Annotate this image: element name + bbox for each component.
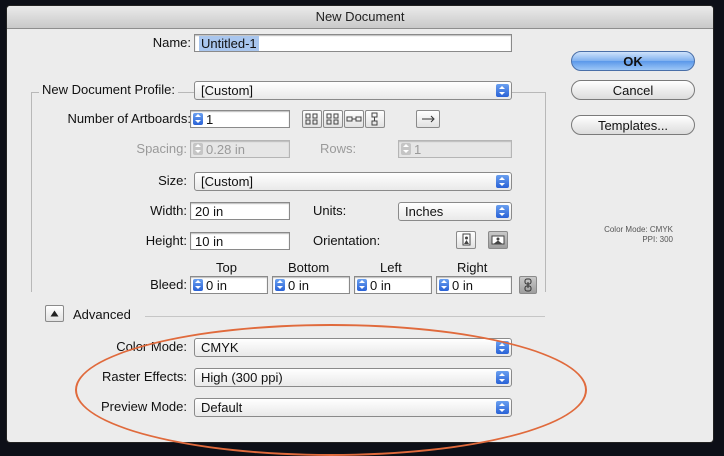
units-label: Units: [313,203,347,218]
bleed-top-field[interactable]: 0 in [190,276,268,294]
width-value: 20 in [195,204,224,219]
landscape-orientation-icon[interactable] [488,231,508,249]
cancel-button[interactable]: Cancel [571,80,695,100]
document-info: Color Mode: CMYK PPI: 300 [567,225,673,245]
spacing-field: 0.28 in [190,140,290,158]
spacing-label: Spacing: [136,141,187,156]
profile-value: [Custom] [201,83,254,98]
bleed-top-value: 0 in [206,278,227,293]
grid-by-column-icon[interactable] [323,110,343,128]
info-ppi: PPI: 300 [642,235,673,244]
width-field[interactable]: 20 in [190,202,290,220]
rows-value: 1 [414,142,422,157]
bleed-top-label: Top [216,260,237,275]
stepper-icon[interactable] [275,279,285,291]
grid-by-row-icon[interactable] [302,110,322,128]
artboards-field[interactable]: 1 [190,110,290,128]
spacing-value: 0.28 in [206,142,246,157]
width-label: Width: [150,203,187,218]
bleed-right-label: Right [457,260,488,275]
orientation-label: Orientation: [313,233,381,248]
portrait-orientation-icon[interactable] [456,231,476,249]
units-value: Inches [405,204,444,219]
bleed-label: Bleed: [150,277,187,292]
advanced-label: Advanced [73,307,131,322]
group-right-border [545,92,546,292]
new-document-dialog: New Document Name: Untitled-1 New Docume… [7,6,713,456]
link-bleed-icon[interactable] [519,276,537,294]
profile-label: New Document Profile: [39,82,178,97]
stepper-icon[interactable] [357,279,367,291]
name-label: Name: [152,35,191,50]
bleed-left-value: 0 in [370,278,391,293]
artboards-value: 1 [206,112,214,127]
stepper-icon[interactable] [439,279,449,291]
popup-arrows-icon [496,205,509,218]
group-left-border [31,92,32,292]
bleed-right-field[interactable]: 0 in [436,276,512,294]
bleed-right-value: 0 in [452,278,473,293]
size-label: Size: [158,173,187,188]
name-field[interactable]: Untitled-1 [194,34,512,52]
stepper-icon [401,143,411,155]
window-title: New Document [7,6,713,29]
size-popup[interactable]: [Custom] [194,172,512,191]
templates-button[interactable]: Templates... [571,115,695,135]
stepper-icon[interactable] [193,279,203,291]
units-popup[interactable]: Inches [398,202,512,221]
arrange-by-column-icon[interactable] [365,110,385,128]
rows-field: 1 [398,140,512,158]
advanced-separator [145,316,545,317]
popup-arrows-icon [496,175,509,188]
arrange-by-row-icon[interactable] [344,110,364,128]
popup-arrows-icon [496,84,509,97]
bleed-left-field[interactable]: 0 in [354,276,432,294]
height-label: Height: [145,233,187,248]
ok-button[interactable]: OK [571,51,695,71]
layout-direction-icon[interactable] [416,110,440,128]
advanced-disclosure-icon[interactable] [45,305,64,322]
bleed-bottom-label: Bottom [288,260,330,275]
artboards-label: Number of Artboards: [67,111,191,126]
rows-label: Rows: [320,141,357,156]
bleed-bottom-field[interactable]: 0 in [272,276,350,294]
profile-popup[interactable]: [Custom] [194,81,512,100]
info-color-mode: Color Mode: CMYK [604,225,673,234]
height-field[interactable]: 10 in [190,232,290,250]
size-value: [Custom] [201,174,254,189]
stepper-icon [193,143,203,155]
name-value: Untitled-1 [199,36,259,51]
height-value: 10 in [195,234,224,249]
bleed-bottom-value: 0 in [288,278,309,293]
highlight-oval [75,324,587,456]
bleed-left-label: Left [380,260,402,275]
stepper-icon[interactable] [193,113,203,125]
